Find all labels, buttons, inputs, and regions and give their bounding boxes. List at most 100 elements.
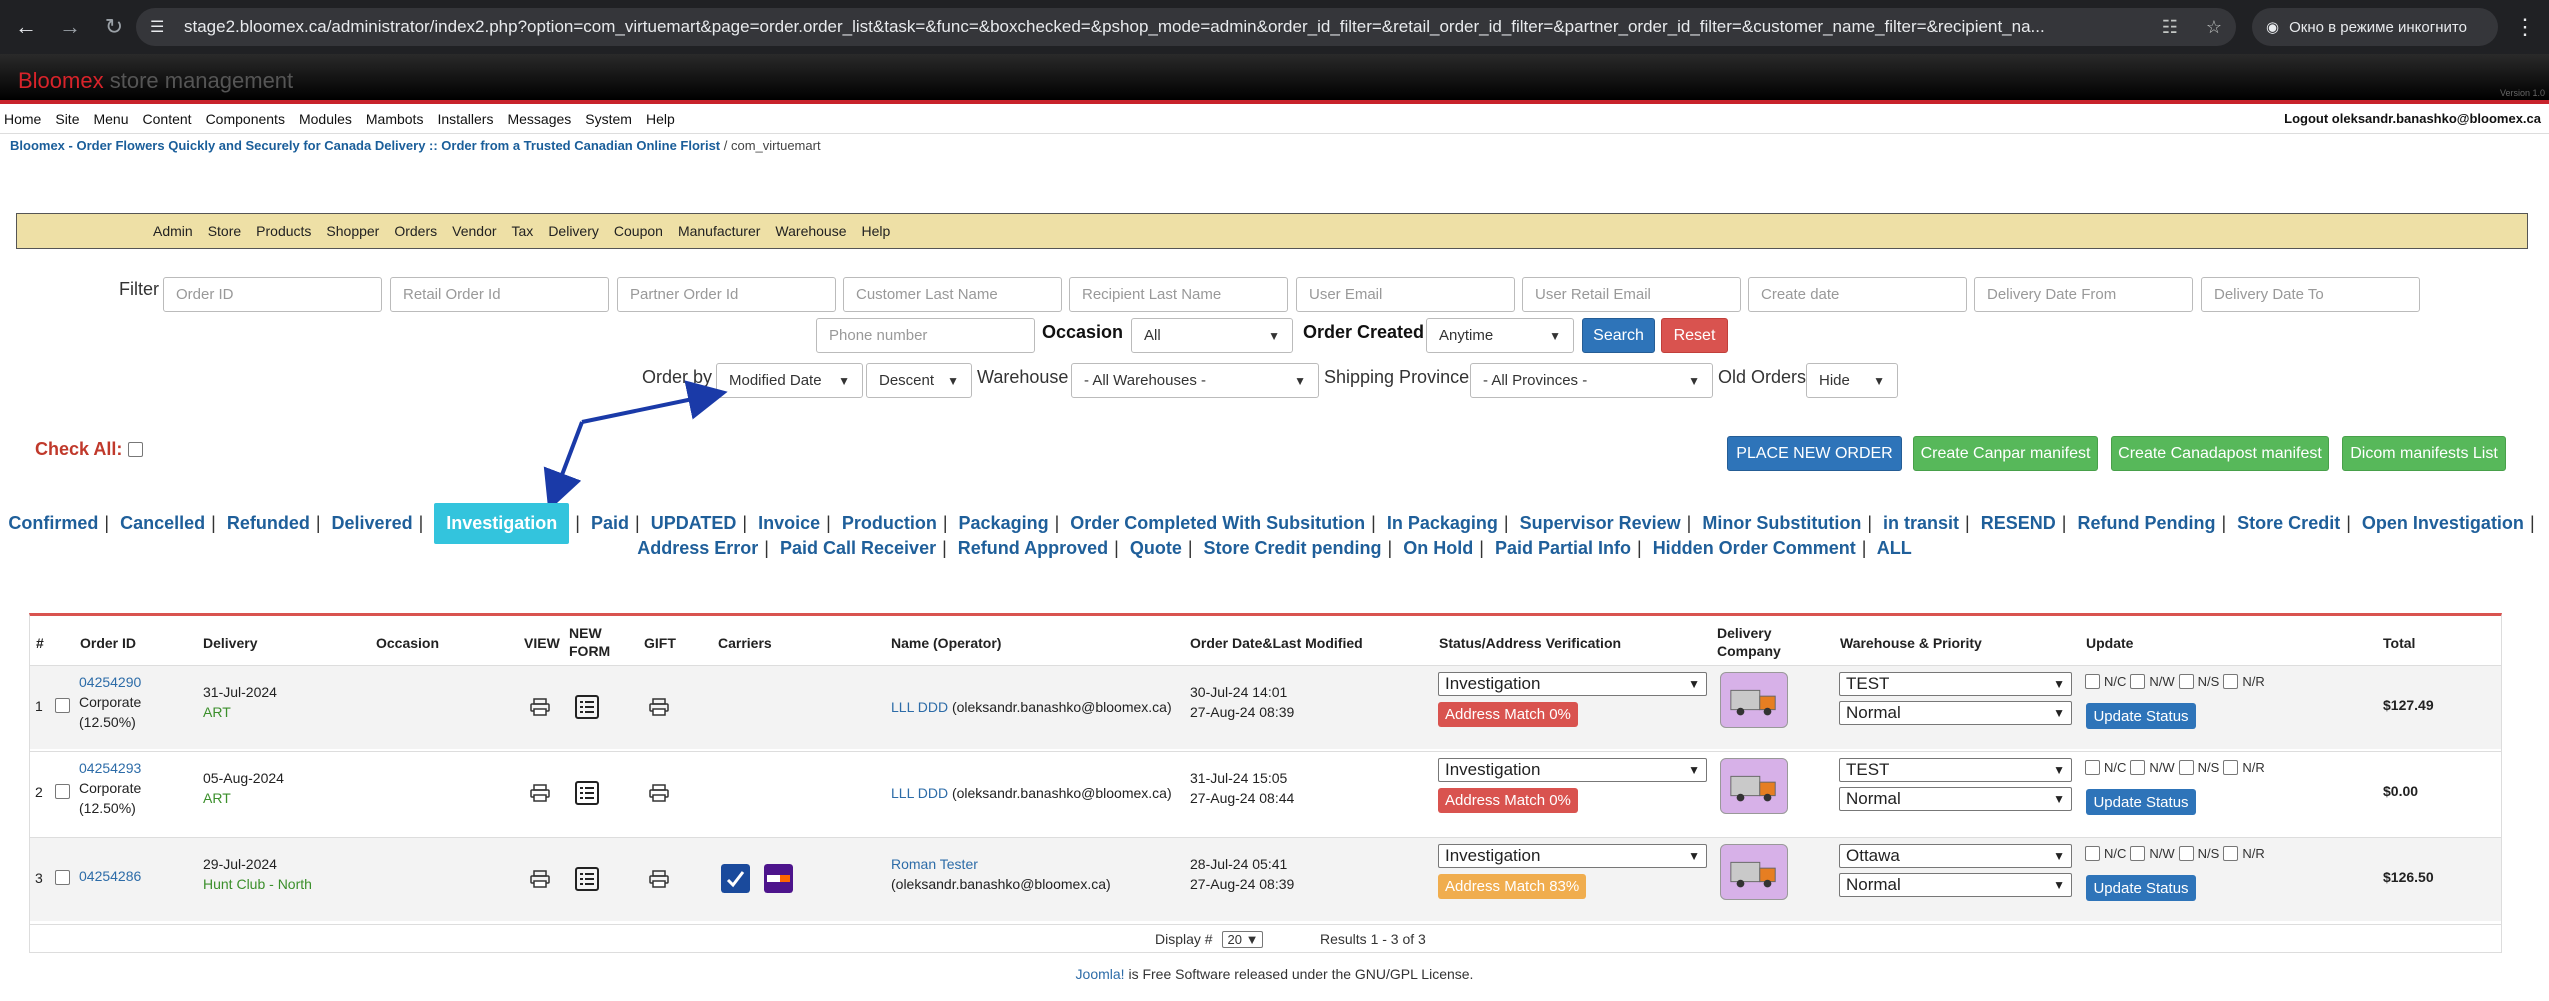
vm-menu-products[interactable]: Products	[256, 223, 311, 239]
status-select[interactable]: Investigation ▼	[1438, 672, 1707, 696]
status-link-open-investigation[interactable]: Open Investigation	[2362, 513, 2524, 533]
status-select[interactable]: Investigation ▼	[1438, 758, 1707, 782]
warehouse-select-row[interactable]: TEST ▼	[1839, 672, 2072, 696]
status-link-paid[interactable]: Paid	[591, 513, 629, 533]
flag-nw-checkbox[interactable]	[2130, 674, 2146, 689]
vm-menu-admin[interactable]: Admin	[153, 223, 193, 239]
status-select[interactable]: Investigation ▼	[1438, 844, 1707, 868]
print-view-icon[interactable]	[530, 784, 550, 802]
menu-modules[interactable]: Modules	[299, 111, 352, 127]
status-link-in-transit[interactable]: in transit	[1883, 513, 1959, 533]
new-form-icon[interactable]	[575, 695, 599, 719]
check-all-checkbox[interactable]	[128, 442, 144, 457]
vm-menu-warehouse[interactable]: Warehouse	[775, 223, 846, 239]
delivery-date-from-input[interactable]	[1974, 277, 2193, 312]
flag-nr-checkbox[interactable]	[2223, 846, 2239, 861]
flag-nw-checkbox[interactable]	[2130, 846, 2146, 861]
display-count-select[interactable]: 20 ▼	[1222, 931, 1264, 948]
flag-ns-checkbox[interactable]	[2178, 674, 2194, 689]
retail-order-id-input[interactable]	[390, 277, 609, 312]
status-link-in-packaging[interactable]: In Packaging	[1387, 513, 1498, 533]
incognito-indicator[interactable]: ◉ Окно в режиме инкогнито	[2252, 8, 2498, 46]
print-gift-icon[interactable]	[649, 870, 669, 888]
status-link-address-error[interactable]: Address Error	[637, 538, 758, 558]
status-link-refunded[interactable]: Refunded	[227, 513, 310, 533]
row-checkbox[interactable]	[55, 784, 70, 799]
status-link-completed-substitution[interactable]: Order Completed With Subsitution	[1070, 513, 1365, 533]
print-gift-icon[interactable]	[649, 784, 669, 802]
print-view-icon[interactable]	[530, 870, 550, 888]
status-link-store-credit[interactable]: Store Credit	[2237, 513, 2340, 533]
occasion-select[interactable]: All ▼	[1131, 318, 1293, 353]
status-link-refund-approved[interactable]: Refund Approved	[958, 538, 1108, 558]
status-link-delivered[interactable]: Delivered	[332, 513, 413, 533]
delivery-date-to-input[interactable]	[2201, 277, 2420, 312]
menu-installers[interactable]: Installers	[437, 111, 493, 127]
breadcrumb-site-link[interactable]: Bloomex - Order Flowers Quickly and Secu…	[10, 138, 720, 153]
vm-menu-help[interactable]: Help	[862, 223, 891, 239]
vm-menu-coupon[interactable]: Coupon	[614, 223, 663, 239]
reload-icon[interactable]: ↻	[102, 14, 126, 40]
flag-nc-checkbox[interactable]	[2085, 760, 2100, 775]
reset-button[interactable]: Reset	[1661, 318, 1728, 353]
browser-menu-icon[interactable]: ⋮	[2514, 14, 2536, 40]
forward-arrow-icon[interactable]: →	[58, 14, 82, 40]
menu-mambots[interactable]: Mambots	[366, 111, 424, 127]
logout-link[interactable]: Logout oleksandr.banashko@bloomex.ca	[2284, 111, 2541, 126]
status-link-hidden-order-comment[interactable]: Hidden Order Comment	[1653, 538, 1856, 558]
row-checkbox[interactable]	[55, 698, 70, 713]
status-link-paid-call-receiver[interactable]: Paid Call Receiver	[780, 538, 936, 558]
priority-select[interactable]: Normal ▼	[1839, 701, 2072, 725]
new-form-icon[interactable]	[575, 781, 599, 805]
row-checkbox[interactable]	[55, 870, 70, 885]
vm-menu-vendor[interactable]: Vendor	[452, 223, 496, 239]
menu-menu[interactable]: Menu	[93, 111, 128, 127]
customer-last-name-input[interactable]	[843, 277, 1062, 312]
translate-icon[interactable]: ☷	[2162, 17, 2178, 38]
update-status-button[interactable]: Update Status	[2086, 789, 2196, 815]
flag-ns-checkbox[interactable]	[2178, 760, 2194, 775]
status-link-cancelled[interactable]: Cancelled	[120, 513, 205, 533]
customer-name-link[interactable]: LLL DDD	[891, 699, 948, 715]
priority-select[interactable]: Normal ▼	[1839, 787, 2072, 811]
print-view-icon[interactable]	[530, 698, 550, 716]
old-orders-select[interactable]: Hide ▼	[1806, 363, 1898, 398]
flag-nr-checkbox[interactable]	[2223, 760, 2239, 775]
menu-home[interactable]: Home	[4, 111, 41, 127]
customer-name-link[interactable]: LLL DDD	[891, 785, 948, 801]
vm-menu-store[interactable]: Store	[208, 223, 241, 239]
flag-nc-checkbox[interactable]	[2085, 674, 2100, 689]
joomla-link[interactable]: Joomla!	[1076, 966, 1125, 982]
status-link-resend[interactable]: RESEND	[1981, 513, 2056, 533]
warehouse-select-row[interactable]: TEST ▼	[1839, 758, 2072, 782]
partner-order-id-input[interactable]	[617, 277, 836, 312]
order-id-link[interactable]: 04254290	[79, 672, 141, 692]
flag-nw-checkbox[interactable]	[2130, 760, 2146, 775]
status-link-quote[interactable]: Quote	[1130, 538, 1182, 558]
status-link-packaging[interactable]: Packaging	[959, 513, 1049, 533]
status-link-on-hold[interactable]: On Hold	[1403, 538, 1473, 558]
flag-ns-checkbox[interactable]	[2178, 846, 2194, 861]
order-id-link[interactable]: 04254293	[79, 758, 141, 778]
bookmark-star-icon[interactable]: ☆	[2206, 17, 2222, 38]
vm-menu-manufacturer[interactable]: Manufacturer	[678, 223, 760, 239]
menu-system[interactable]: System	[585, 111, 632, 127]
create-canpar-manifest-button[interactable]: Create Canpar manifest	[1913, 436, 2098, 471]
search-button[interactable]: Search	[1582, 318, 1655, 353]
delivery-truck-icon[interactable]	[1720, 672, 1788, 728]
shipping-province-select[interactable]: - All Provinces - ▼	[1470, 363, 1713, 398]
print-gift-icon[interactable]	[649, 698, 669, 716]
order-created-select[interactable]: Anytime ▼	[1426, 318, 1574, 353]
create-canadapost-manifest-button[interactable]: Create Canadapost manifest	[2111, 436, 2329, 471]
recipient-last-name-input[interactable]	[1069, 277, 1288, 312]
fedex-carrier-icon[interactable]	[764, 864, 793, 893]
site-settings-icon[interactable]: ☰	[150, 17, 172, 37]
order-id-input[interactable]	[163, 277, 382, 312]
status-link-production[interactable]: Production	[842, 513, 937, 533]
status-link-updated[interactable]: UPDATED	[651, 513, 737, 533]
flag-nc-checkbox[interactable]	[2085, 846, 2100, 861]
vm-menu-tax[interactable]: Tax	[512, 223, 534, 239]
status-link-paid-partial-info[interactable]: Paid Partial Info	[1495, 538, 1631, 558]
vm-menu-orders[interactable]: Orders	[394, 223, 437, 239]
menu-content[interactable]: Content	[143, 111, 192, 127]
